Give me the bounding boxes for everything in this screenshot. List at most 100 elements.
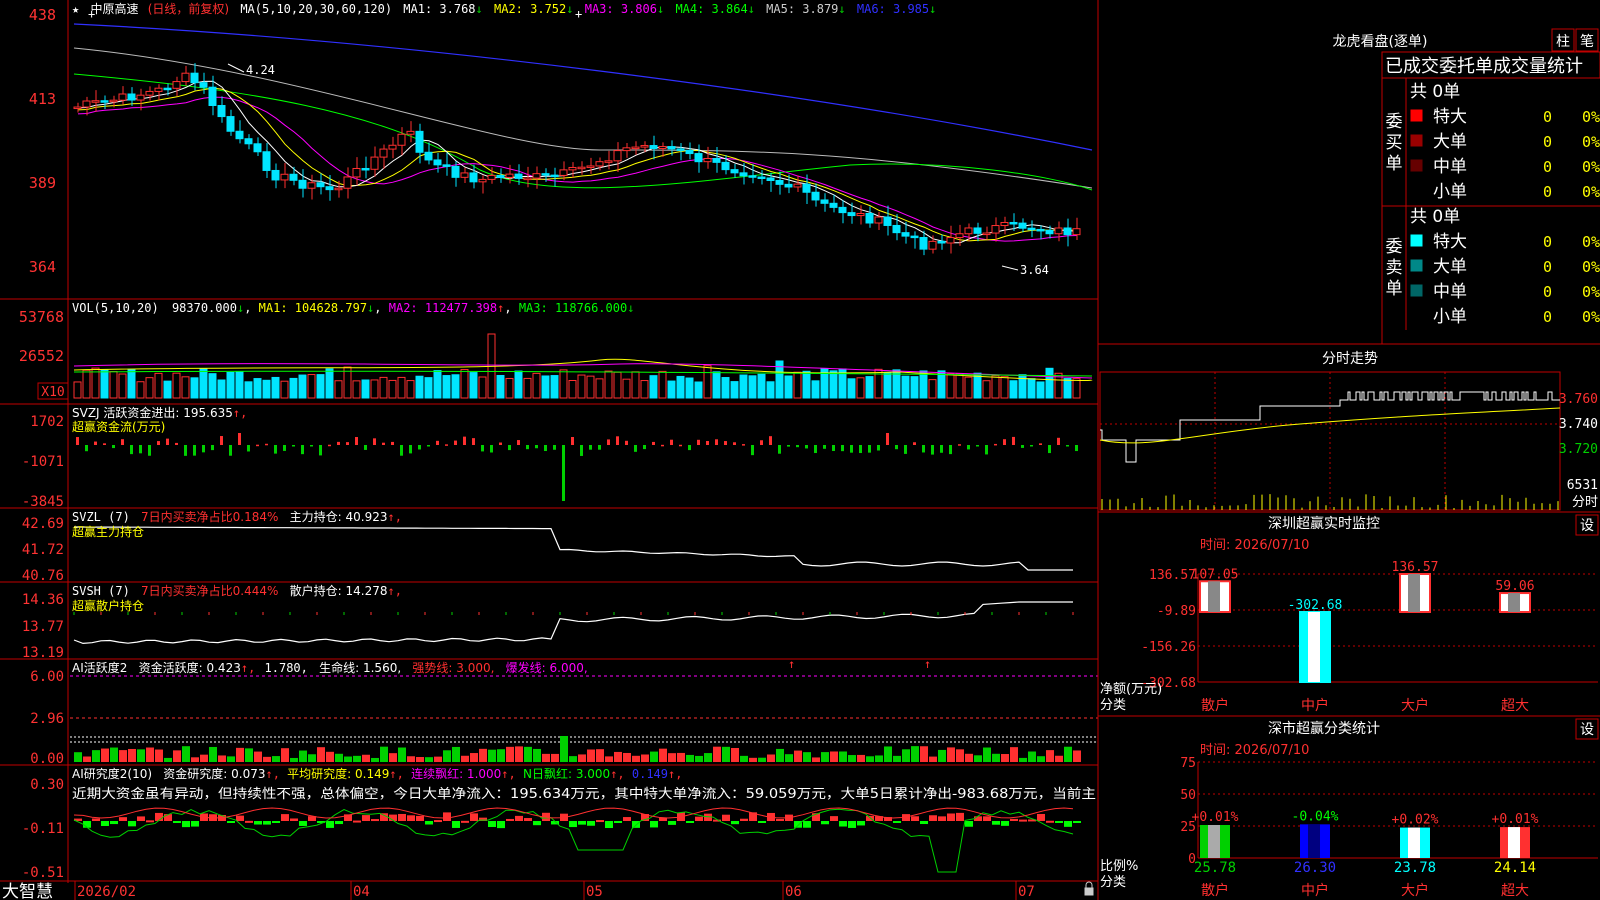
- candle[interactable]: [946, 237, 955, 244]
- candle[interactable]: [865, 212, 874, 224]
- candle[interactable]: [874, 216, 883, 224]
- candle[interactable]: [460, 172, 469, 178]
- candle[interactable]: [748, 175, 757, 178]
- candle[interactable]: [172, 81, 181, 89]
- candle[interactable]: [676, 148, 685, 151]
- candle[interactable]: [829, 202, 838, 208]
- candle[interactable]: [154, 87, 163, 92]
- candle[interactable]: [451, 165, 460, 178]
- candle[interactable]: [559, 169, 568, 176]
- candle[interactable]: [1018, 222, 1027, 229]
- candle[interactable]: [775, 180, 784, 185]
- candle[interactable]: [820, 199, 829, 204]
- candle[interactable]: [415, 130, 424, 153]
- candle[interactable]: [847, 212, 856, 217]
- vol-unit[interactable]: X10: [41, 385, 64, 400]
- candle[interactable]: [658, 146, 667, 150]
- candle[interactable]: [901, 232, 910, 237]
- candle[interactable]: [514, 173, 523, 179]
- candle[interactable]: [334, 187, 343, 191]
- candle[interactable]: [1072, 228, 1081, 236]
- candle[interactable]: [892, 224, 901, 234]
- candle[interactable]: [127, 93, 136, 101]
- candle[interactable]: [739, 172, 748, 177]
- candle[interactable]: [550, 174, 559, 178]
- candle[interactable]: [361, 167, 370, 171]
- candle[interactable]: [352, 167, 361, 178]
- candle[interactable]: [784, 183, 793, 188]
- candle[interactable]: [757, 176, 766, 180]
- candle[interactable]: [955, 233, 964, 239]
- candle[interactable]: [910, 235, 919, 239]
- candle[interactable]: [649, 145, 658, 150]
- candle[interactable]: [712, 158, 721, 163]
- candle[interactable]: [568, 166, 577, 171]
- candle[interactable]: [478, 178, 487, 183]
- candle[interactable]: [856, 212, 865, 217]
- candle[interactable]: [685, 149, 694, 155]
- candle[interactable]: [487, 174, 496, 180]
- candle[interactable]: [577, 166, 586, 170]
- candle[interactable]: [802, 183, 811, 193]
- candle[interactable]: [199, 82, 208, 88]
- candle[interactable]: [523, 177, 532, 181]
- candle[interactable]: [325, 186, 334, 191]
- candle[interactable]: [973, 227, 982, 234]
- candle[interactable]: [307, 182, 316, 189]
- candle[interactable]: [208, 86, 217, 107]
- candle[interactable]: [442, 164, 451, 167]
- candle[interactable]: [388, 144, 397, 150]
- candle[interactable]: [163, 87, 172, 91]
- candle[interactable]: [145, 90, 154, 96]
- candle[interactable]: [1009, 221, 1018, 225]
- candle[interactable]: [181, 72, 190, 83]
- candle[interactable]: [811, 191, 820, 201]
- candle[interactable]: [343, 176, 352, 189]
- candle[interactable]: [226, 116, 235, 132]
- candle[interactable]: [1063, 227, 1072, 236]
- candle[interactable]: [316, 182, 325, 188]
- candle[interactable]: [937, 240, 946, 244]
- candle[interactable]: [766, 177, 775, 182]
- candle[interactable]: [469, 172, 478, 183]
- candle[interactable]: [100, 100, 109, 103]
- candle[interactable]: [793, 183, 802, 188]
- candle[interactable]: [667, 146, 676, 150]
- candle[interactable]: [1000, 221, 1009, 227]
- candle[interactable]: [721, 161, 730, 171]
- candle[interactable]: [289, 173, 298, 181]
- bar-mode-label[interactable]: 柱: [1556, 34, 1570, 50]
- candle[interactable]: [883, 216, 892, 226]
- candle[interactable]: [433, 159, 442, 166]
- candle[interactable]: [136, 94, 145, 101]
- candle[interactable]: [109, 99, 118, 103]
- sz-class-settings-label[interactable]: 设: [1580, 722, 1594, 738]
- candle[interactable]: [370, 156, 379, 170]
- candle[interactable]: [586, 165, 595, 168]
- candle[interactable]: [118, 93, 127, 101]
- candle[interactable]: [991, 225, 1000, 234]
- candle[interactable]: [982, 232, 991, 236]
- tick-mode-label[interactable]: 笔: [1580, 34, 1594, 50]
- candle[interactable]: [604, 160, 613, 163]
- candle[interactable]: [253, 143, 262, 153]
- candle[interactable]: [964, 227, 973, 235]
- candle[interactable]: [379, 148, 388, 158]
- candle[interactable]: [622, 147, 631, 152]
- candle[interactable]: [1054, 227, 1063, 235]
- candle[interactable]: [532, 173, 541, 179]
- candle[interactable]: [217, 105, 226, 118]
- candle[interactable]: [424, 151, 433, 161]
- candle[interactable]: [694, 153, 703, 163]
- candle[interactable]: [91, 100, 100, 103]
- candle[interactable]: [1027, 227, 1036, 231]
- candle[interactable]: [919, 237, 928, 250]
- candle[interactable]: [703, 158, 712, 163]
- candle[interactable]: [397, 133, 406, 146]
- candle[interactable]: [505, 173, 514, 178]
- candle[interactable]: [1036, 228, 1045, 232]
- candle[interactable]: [73, 106, 82, 110]
- candle[interactable]: [280, 173, 289, 181]
- candle[interactable]: [838, 206, 847, 214]
- candle[interactable]: [82, 100, 91, 108]
